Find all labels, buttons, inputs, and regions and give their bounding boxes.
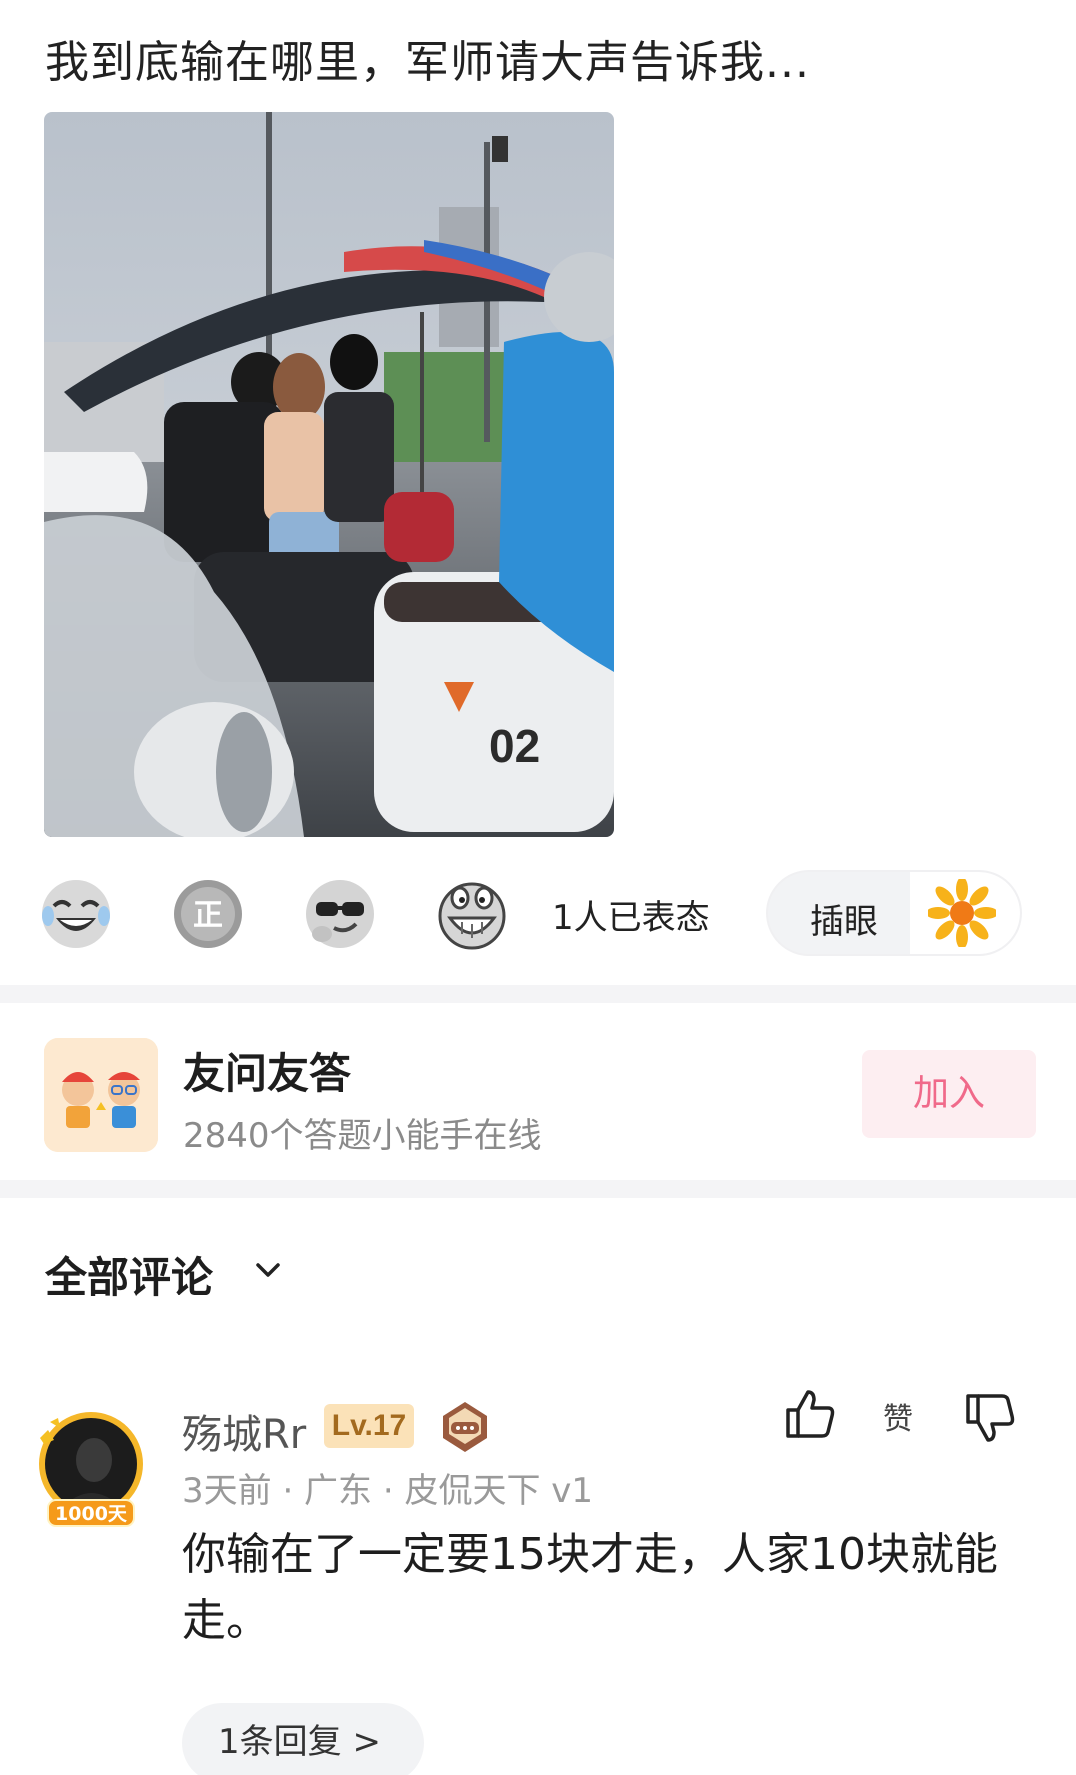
post-photo[interactable]: 02 — [44, 112, 614, 837]
comments-title: 全部评论 — [45, 1253, 214, 1302]
view-replies-button[interactable]: 1条回复 > — [182, 1703, 424, 1775]
poke-flower-box — [910, 872, 1020, 954]
reactions-bar: 正 1人已表态 插眼 — [0, 870, 1076, 956]
community-card[interactable]: 友问友答 2840个答题小能手在线 加入 — [0, 1003, 1076, 1183]
grinning-face-icon[interactable] — [436, 878, 508, 950]
level-badge: Lv.17 — [324, 1404, 414, 1448]
avatar[interactable]: 1000天 — [34, 1408, 148, 1530]
section-divider — [0, 1180, 1076, 1198]
join-button[interactable]: 加入 — [862, 1050, 1036, 1138]
post-title: 我到底输在哪里，军师请大声告诉我... — [45, 37, 810, 88]
poke-button[interactable]: 插眼 — [766, 870, 1022, 956]
comment-meta: 3天前 · 广东 · 皮侃天下 v1 — [182, 1471, 594, 1511]
comments-sort-toggle[interactable]: 全部评论 — [45, 1244, 280, 1302]
comment-username[interactable]: 殇城Rr — [182, 1402, 306, 1460]
community-name: 友问友答 — [183, 1049, 352, 1098]
like-label[interactable]: 赞 — [883, 1394, 913, 1438]
svg-text:正: 正 — [193, 898, 223, 933]
comment-item: 1000天 殇城Rr Lv.17 3天前 · 广东 · 皮侃天下 v1 你输在了… — [0, 1380, 1076, 1775]
street-scene-image: 02 — [44, 112, 614, 837]
community-logo — [44, 1038, 158, 1152]
flower-icon — [928, 879, 996, 947]
reaction-count[interactable]: 1人已表态 — [552, 890, 710, 939]
thumbs-up-icon[interactable] — [782, 1386, 838, 1442]
laughing-tears-icon[interactable] — [40, 878, 112, 950]
sunglasses-face-icon[interactable] — [304, 878, 376, 950]
svg-text:02: 02 — [489, 720, 540, 772]
zheng-badge-icon[interactable]: 正 — [172, 878, 244, 950]
comment-text: 你输在了一定要15块才走，人家10块就能走。 — [182, 1529, 998, 1646]
thumbs-down-icon[interactable] — [962, 1390, 1018, 1446]
section-divider — [0, 985, 1076, 1003]
chevron-down-icon — [256, 1263, 280, 1277]
poke-label: 插眼 — [810, 902, 878, 942]
community-subtitle: 2840个答题小能手在线 — [183, 1116, 542, 1156]
chat-badge-icon — [443, 1402, 487, 1452]
svg-text:1000天: 1000天 — [55, 1503, 128, 1525]
